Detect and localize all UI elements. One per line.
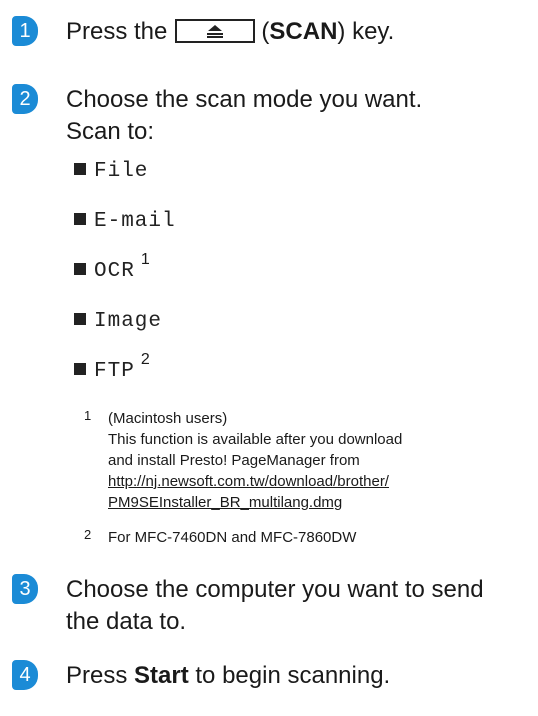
bullet-icon xyxy=(74,163,86,175)
option-label: Image xyxy=(94,310,163,333)
step-2-line1: Choose the scan mode you want. xyxy=(66,86,423,113)
step-2-text: Choose the scan mode you want. Scan to: xyxy=(66,84,422,148)
option-label: E-mail xyxy=(94,210,176,233)
option-label: FTP xyxy=(94,360,135,383)
step-3-line1: Choose the computer you want to send xyxy=(66,576,484,603)
step-4-before: Press xyxy=(66,662,128,689)
bullet-icon xyxy=(74,313,86,325)
start-key-label: Start xyxy=(134,662,189,689)
step-1-text: Press the (SCAN) key. xyxy=(66,16,394,48)
footnote-1-line3: and install Presto! PageManager from xyxy=(108,452,360,469)
footnote-2-line1: For MFC-7460DN and MFC-7860DW xyxy=(108,529,357,546)
footnote-1-line1: (Macintosh users) xyxy=(108,410,228,427)
footnote-ref: 1 xyxy=(140,251,150,268)
step-3-line2: the data to. xyxy=(66,608,187,635)
footnote-2-mark: 2 xyxy=(84,527,92,542)
footnote-1-text: (Macintosh users) This function is avail… xyxy=(108,408,402,513)
option-label: File xyxy=(94,160,149,183)
bullet-icon xyxy=(74,263,86,275)
option-label: OCR xyxy=(94,260,135,283)
step-4-after: to begin scanning. xyxy=(195,662,391,689)
step-3-badge: 3 xyxy=(12,574,38,604)
download-link-file[interactable]: PM9SEInstaller_BR_multilang.dmg xyxy=(108,494,342,511)
step-1-after: ) key. xyxy=(337,18,395,45)
step-1-badge: 1 xyxy=(12,16,38,46)
bullet-icon xyxy=(74,213,86,225)
step-2-badge: 2 xyxy=(12,84,38,114)
step-2-line2: Scan to: xyxy=(66,118,155,145)
step-3-text: Choose the computer you want to send the… xyxy=(66,574,484,638)
step-1-before: Press the xyxy=(66,18,168,45)
step-4-badge: 4 xyxy=(12,660,38,690)
bullet-icon xyxy=(74,363,86,375)
option-email: E-mail xyxy=(74,204,176,234)
step-4-text: Press Start to begin scanning. xyxy=(66,660,390,692)
option-image: Image xyxy=(74,304,162,334)
scan-key-icon xyxy=(175,19,256,43)
footnote-2-text: For MFC-7460DN and MFC-7860DW xyxy=(108,527,356,548)
footnote-1-mark: 1 xyxy=(84,408,92,423)
option-ftp: FTP 2 xyxy=(74,351,150,384)
footnote-ref: 2 xyxy=(140,351,150,368)
option-ocr: OCR 1 xyxy=(74,251,150,284)
scan-key-label: SCAN xyxy=(269,18,338,45)
download-link[interactable]: http://nj.newsoft.com.tw/download/brothe… xyxy=(108,473,389,490)
footnote-1-line2: This function is available after you dow… xyxy=(108,431,403,448)
option-file: File xyxy=(74,154,148,184)
